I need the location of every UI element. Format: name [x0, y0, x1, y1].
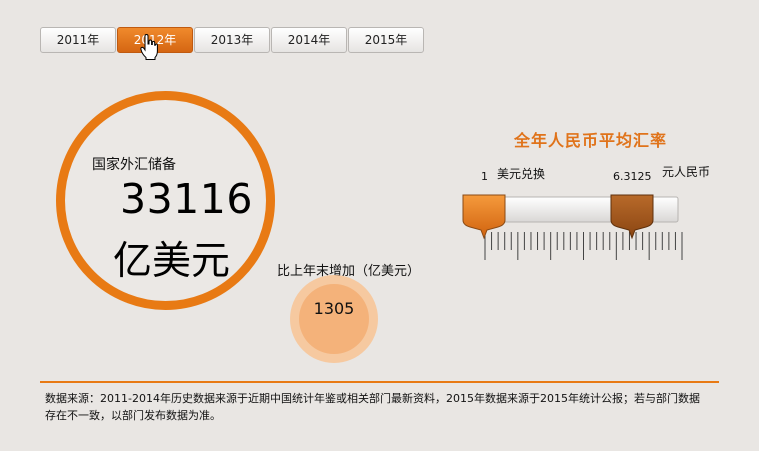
rate-right-label: 元人民币: [662, 165, 711, 179]
rate-left-number: 1: [481, 170, 488, 183]
hand-cursor-icon: [140, 34, 158, 60]
increase-value: 1305: [313, 299, 355, 318]
tab-2014[interactable]: 2014年: [271, 27, 347, 53]
rate-left-label: 美元兑换: [497, 167, 546, 181]
increase-label: 比上年末增加（亿美元）: [277, 264, 421, 279]
exchange-rate-slider: [462, 194, 683, 260]
tab-2011[interactable]: 2011年: [40, 27, 116, 53]
year-tab-bar: 2011年 2012年 2013年 2014年 2015年: [40, 27, 425, 53]
exchange-rate-title: 全年人民币平均汇率: [514, 131, 668, 150]
slider-ruler: [484, 232, 683, 260]
rate-right-number: 6.3125: [613, 170, 652, 183]
reserve-value: 33116: [120, 175, 253, 223]
reserve-label: 国家外汇储备: [92, 157, 176, 173]
left-slider-handle[interactable]: [462, 194, 506, 240]
data-source-note: 数据来源：2011-2014年历史数据来源于近期中国统计年鉴或相关部门最新资料，…: [45, 392, 700, 422]
reserve-unit: 亿美元: [113, 239, 231, 284]
footer-divider: [40, 381, 719, 383]
tab-2013[interactable]: 2013年: [194, 27, 270, 53]
right-slider-handle[interactable]: [610, 194, 654, 240]
tab-2015[interactable]: 2015年: [348, 27, 424, 53]
